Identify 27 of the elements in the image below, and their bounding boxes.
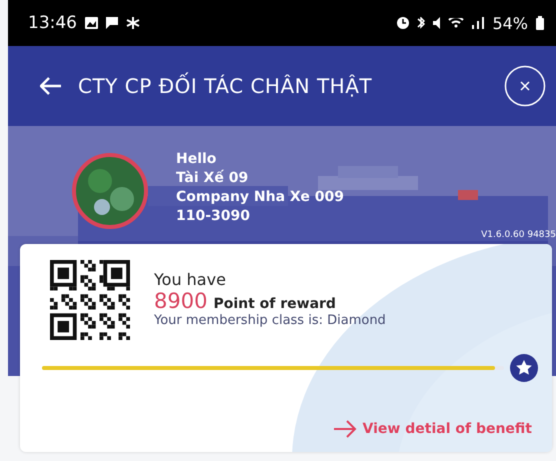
driver-code: 110-3090 (176, 207, 251, 226)
asterisk-icon (126, 16, 140, 30)
you-have-label: You have (154, 270, 227, 289)
points-label: Point of reward (213, 296, 336, 312)
status-time: 13:46 (28, 13, 77, 33)
alarm-icon (397, 17, 410, 29)
star-badge-icon (510, 354, 538, 382)
back-arrow-icon[interactable] (40, 77, 62, 95)
image-icon (85, 17, 98, 29)
version-label: V1.6.0.60 94835 (481, 230, 556, 240)
battery-percent: 54% (492, 14, 528, 32)
chat-icon (106, 17, 118, 29)
close-icon[interactable] (504, 65, 546, 107)
battery-icon (536, 16, 544, 30)
greeting: Hello (176, 150, 218, 169)
arrow-right-icon (332, 420, 357, 438)
signal-icon (472, 17, 484, 29)
wifi-icon (448, 18, 464, 28)
mute-icon (433, 17, 440, 29)
company-name: Company Nha Xe 009 (176, 188, 344, 207)
view-benefit-link[interactable]: View detial of benefit (332, 420, 532, 438)
page-title: CTY CP ĐỐI TÁC CHÂN THẬT (78, 74, 372, 98)
points-value: 8900 (154, 289, 208, 313)
qr-code-icon (50, 260, 130, 340)
bluetooth-icon (417, 17, 426, 29)
membership-class: Your membership class is: Diamond (154, 313, 386, 328)
driver-name: Tài Xế 09 (176, 169, 250, 188)
